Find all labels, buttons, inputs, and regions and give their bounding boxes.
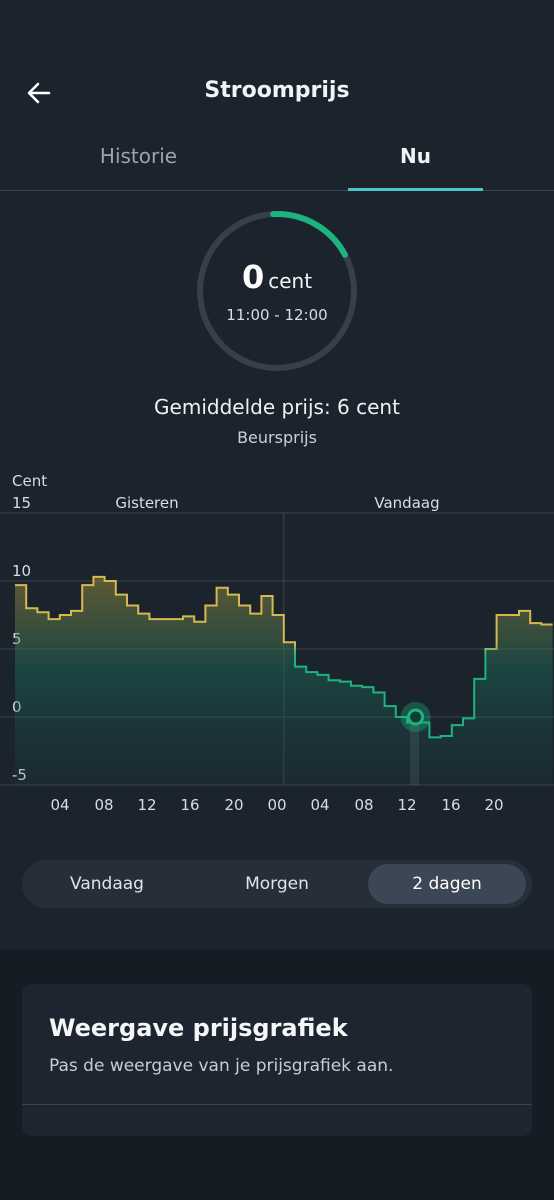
current-time-range: 11:00 - 12:00 [226,306,328,324]
x-tick-label: 16 [441,796,460,814]
app-header: Stroomprijs [0,0,554,130]
card-title: Weergave prijsgrafiek [49,1014,348,1042]
y-axis-label: Cent [12,472,47,490]
x-tick-label: 12 [397,796,416,814]
y-tick-label: 15 [12,494,31,512]
current-price: 0 cent [195,258,359,296]
range-2-dagen-button[interactable]: 2 dagen [368,864,526,904]
x-tick-label: 20 [484,796,503,814]
x-tick-label: 00 [267,796,286,814]
current-price-unit: cent [268,269,313,293]
gauge-progress-arc [270,211,348,258]
tab-historie[interactable]: Historie [0,144,277,168]
tab-active-indicator [348,188,483,191]
range-morgen-button[interactable]: Morgen [192,864,362,904]
price-chart[interactable]: Cent151050-5GisterenVandaag0408121620000… [0,465,554,825]
day-label-vandaag: Vandaag [374,494,439,512]
x-tick-label: 12 [137,796,156,814]
x-tick-label: 16 [180,796,199,814]
tab-nu[interactable]: Nu [348,144,483,168]
range-vandaag-button[interactable]: Vandaag [22,864,192,904]
current-price-value: 0 [241,258,265,296]
card-divider [22,1104,532,1105]
range-selector: Vandaag Morgen 2 dagen [22,860,532,908]
tab-bar: Historie Nu [0,130,554,191]
day-label-gisteren: Gisteren [115,494,178,512]
chart-display-card[interactable]: Weergave prijsgrafiek Pas de weergave va… [22,984,532,1136]
page-title: Stroomprijs [204,78,350,103]
y-tick-label: 10 [12,562,31,580]
price-source: Beursprijs [237,428,317,447]
x-tick-label: 08 [354,796,373,814]
average-price: Gemiddelde prijs: 6 cent [154,395,400,419]
card-subtitle: Pas de weergave van je prijsgrafiek aan. [49,1056,394,1076]
bottom-bar [0,1136,554,1200]
x-tick-label: 20 [224,796,243,814]
x-tick-label: 04 [50,796,69,814]
current-price-marker [407,708,425,726]
x-tick-label: 08 [94,796,113,814]
x-tick-label: 04 [310,796,329,814]
